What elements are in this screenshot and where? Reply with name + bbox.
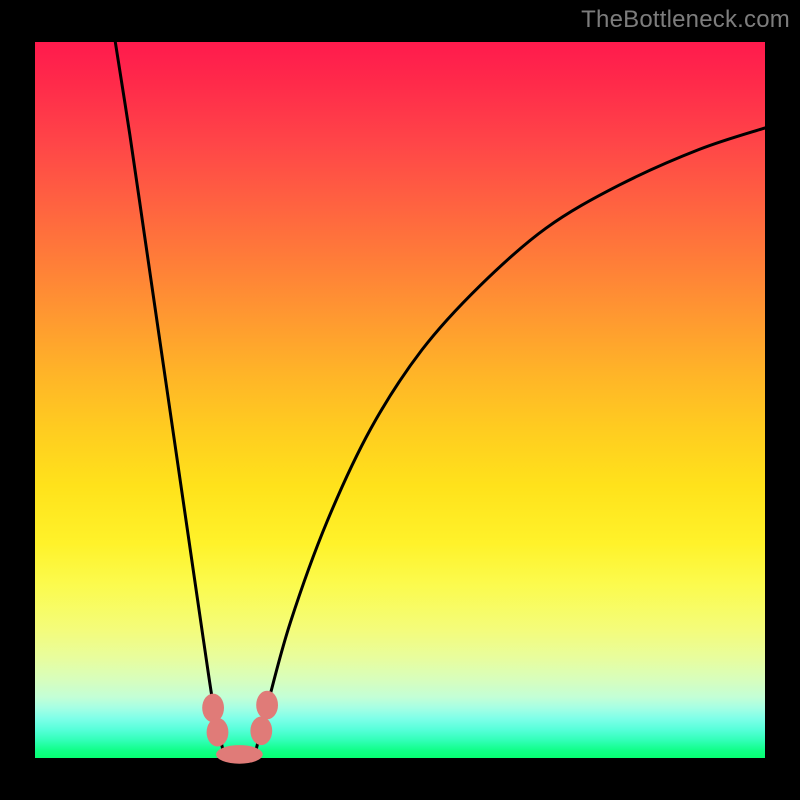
curve-layer bbox=[35, 42, 765, 758]
highlight-left-marker-lower bbox=[207, 718, 229, 747]
plot-area bbox=[35, 42, 765, 758]
highlight-bottom-marker bbox=[216, 745, 263, 764]
watermark-text: TheBottleneck.com bbox=[581, 6, 790, 34]
highlight-right-marker-lower bbox=[250, 717, 272, 746]
chart-frame: TheBottleneck.com bbox=[0, 0, 800, 800]
highlight-left-marker-upper bbox=[202, 694, 224, 723]
bottleneck-curve-right bbox=[254, 128, 765, 758]
highlight-right-marker-upper bbox=[256, 691, 278, 720]
bottleneck-curve-left bbox=[115, 42, 225, 758]
highlight-markers bbox=[202, 691, 278, 764]
